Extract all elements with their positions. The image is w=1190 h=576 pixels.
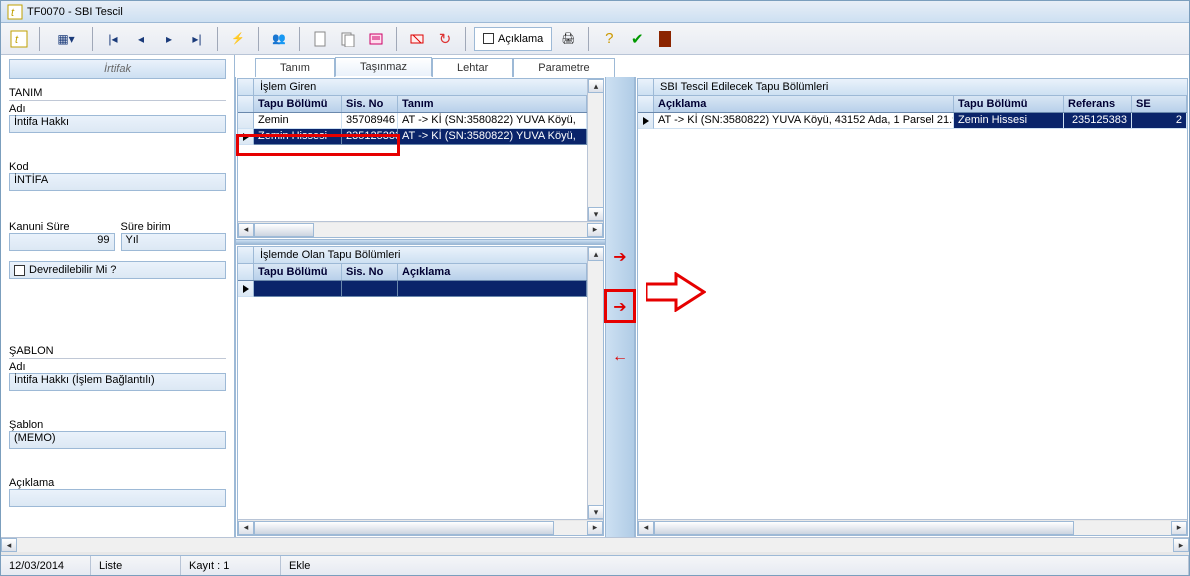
left-panel: İrtifak TANIM Adı İntifa Hakkı Kod İNTİF… [1, 55, 235, 537]
reload-button[interactable]: ↻ [433, 27, 457, 51]
table-row[interactable]: AT -> Kİ (SN:3580822) YUVA Köyü, 43152 A… [638, 113, 1187, 129]
table-row[interactable] [238, 281, 587, 297]
adi-label: Adı [9, 103, 226, 115]
grid2-hscroll[interactable]: ◂▸ [238, 519, 603, 535]
grid1-vscroll[interactable]: ▴▾ [587, 79, 603, 221]
sablon-adi-field[interactable]: İntifa Hakkı (İşlem Bağlantılı) [9, 373, 226, 391]
table-row[interactable]: Zemin 35708946 AT -> Kİ (SN:3580822) YUV… [238, 113, 587, 129]
aciklama-checkbox-icon [483, 33, 494, 44]
aciklama-button[interactable]: Açıklama [474, 27, 552, 51]
kod-field[interactable]: İNTİFA [9, 173, 226, 191]
help-button[interactable]: ? [597, 27, 621, 51]
status-ekle: Ekle [281, 556, 1189, 575]
nav-first-button[interactable]: |◂ [101, 27, 125, 51]
close-button[interactable] [653, 27, 677, 51]
status-kayit: Kayıt : 1 [181, 556, 281, 575]
app-logo-button[interactable]: t [7, 27, 31, 51]
islem-giren-grid[interactable]: İşlem Giren Tapu Bölümü Sis. No Tanım [237, 78, 604, 238]
calendar-dropdown-button[interactable]: ▦▾ [48, 27, 84, 51]
islemde-olan-grid[interactable]: İşlemde Olan Tapu Bölümleri Tapu Bölümü … [237, 246, 604, 536]
grid1-header: Tapu Bölümü Sis. No Tanım [238, 96, 587, 113]
checkbox-icon [14, 265, 25, 276]
kod-label: Kod [9, 161, 226, 173]
grid2-col-tapu[interactable]: Tapu Bölümü [254, 264, 342, 280]
grid1-col-tanim[interactable]: Tanım [398, 96, 587, 112]
grid-splitter[interactable] [236, 239, 605, 245]
birim-label: Süre birim [121, 221, 227, 233]
nav-prev-button[interactable]: ◂ [129, 27, 153, 51]
grid3-title: SBI Tescil Edilecek Tapu Bölümleri [654, 79, 1187, 95]
grid2-title: İşlemde Olan Tapu Bölümleri [254, 247, 587, 263]
irtifak-button[interactable]: İrtifak [9, 59, 226, 79]
grid1-title: İşlem Giren [254, 79, 587, 95]
tab-lehtar[interactable]: Lehtar [432, 58, 513, 77]
grid3-col-se[interactable]: SE [1132, 96, 1187, 112]
kanuni-label: Kanuni Süre [9, 221, 115, 233]
devredilebilir-checkbox[interactable]: Devredilebilir Mi ? [9, 261, 226, 279]
sablon-group-label: ŞABLON [9, 345, 226, 359]
grid1-hscroll[interactable]: ◂▸ [238, 221, 603, 237]
grid3-col-aciklama[interactable]: Açıklama [654, 96, 954, 112]
users-button[interactable]: 👥 [267, 27, 291, 51]
window-title: TF0070 - SBI Tescil [27, 6, 123, 18]
new-doc-button[interactable] [308, 27, 332, 51]
move-right-all-button[interactable]: ➔ [610, 297, 630, 317]
grid3-col-tapu[interactable]: Tapu Bölümü [954, 96, 1064, 112]
table-row[interactable]: Zemin Hissesi 235125383 AT -> Kİ (SN:358… [238, 129, 587, 145]
list-button[interactable] [364, 27, 388, 51]
print-button[interactable]: 🖨 [556, 27, 580, 51]
grid1-col-tapu[interactable]: Tapu Bölümü [254, 96, 342, 112]
tabbar: Tanım Taşınmaz Lehtar Parametre [235, 55, 1189, 77]
aciklama-field[interactable] [9, 489, 226, 507]
move-left-button[interactable]: ← [610, 347, 630, 367]
move-right-button[interactable]: ➔ [610, 247, 630, 267]
aciklama-label: Açıklama [498, 33, 543, 45]
copy-doc-button[interactable] [336, 27, 360, 51]
tanim-group-label: TANIM [9, 87, 226, 101]
tab-parametre[interactable]: Parametre [513, 58, 614, 77]
nav-last-button[interactable]: ▸| [185, 27, 209, 51]
devredilebilir-label: Devredilebilir Mi ? [29, 264, 116, 276]
app-window: t TF0070 - SBI Tescil t ▦▾ |◂ ◂ ▸ ▸| ⚡ 👥… [0, 0, 1190, 576]
statusbar: 12/03/2014 Liste Kayıt : 1 Ekle [1, 555, 1189, 575]
main-panel: Tanım Taşınmaz Lehtar Parametre İşlem [235, 55, 1189, 537]
grid3-hscroll[interactable]: ◂▸ [638, 519, 1187, 535]
highlight-box-2 [604, 289, 636, 323]
tab-tasinmaz[interactable]: Taşınmaz [335, 57, 432, 77]
sablon-label: Şablon [9, 419, 226, 431]
birim-field[interactable]: Yıl [121, 233, 227, 251]
toolbar: t ▦▾ |◂ ◂ ▸ ▸| ⚡ 👥 ↻ Açıklama 🖨 ? ✔ [1, 23, 1189, 55]
app-icon: t [7, 4, 23, 20]
adi-field[interactable]: İntifa Hakkı [9, 115, 226, 133]
sablon-field[interactable]: (MEMO) [9, 431, 226, 449]
right-panel: SBI Tescil Edilecek Tapu Bölümleri Açıkl… [635, 77, 1189, 537]
global-hscroll[interactable]: ◂▸ [1, 537, 1189, 555]
big-arrow-annotation [646, 272, 706, 312]
grid3-col-referans[interactable]: Referans [1064, 96, 1132, 112]
transfer-column: ➔ ➔ ← [605, 77, 635, 537]
status-date: 12/03/2014 [1, 556, 91, 575]
tab-tanim[interactable]: Tanım [255, 58, 335, 77]
titlebar: t TF0070 - SBI Tescil [1, 1, 1189, 23]
refresh-button[interactable]: ⚡ [226, 27, 250, 51]
grid2-header: Tapu Bölümü Sis. No Açıklama [238, 264, 587, 281]
status-liste: Liste [91, 556, 181, 575]
grid2-col-aciklama[interactable]: Açıklama [398, 264, 587, 280]
grid2-vscroll[interactable]: ▴▾ [587, 247, 603, 519]
confirm-button[interactable]: ✔ [625, 27, 649, 51]
sbi-tescil-grid[interactable]: SBI Tescil Edilecek Tapu Bölümleri Açıkl… [637, 78, 1188, 536]
grid1-col-sis[interactable]: Sis. No [342, 96, 398, 112]
grid2-col-sis[interactable]: Sis. No [342, 264, 398, 280]
nav-next-button[interactable]: ▸ [157, 27, 181, 51]
kanuni-field[interactable]: 99 [9, 233, 115, 251]
sablon-adi-label: Adı [9, 361, 226, 373]
grid3-header: Açıklama Tapu Bölümü Referans SE [638, 96, 1187, 113]
delete-row-button[interactable] [405, 27, 429, 51]
aciklama-label: Açıklama [9, 477, 226, 489]
content: İrtifak TANIM Adı İntifa Hakkı Kod İNTİF… [1, 55, 1189, 537]
